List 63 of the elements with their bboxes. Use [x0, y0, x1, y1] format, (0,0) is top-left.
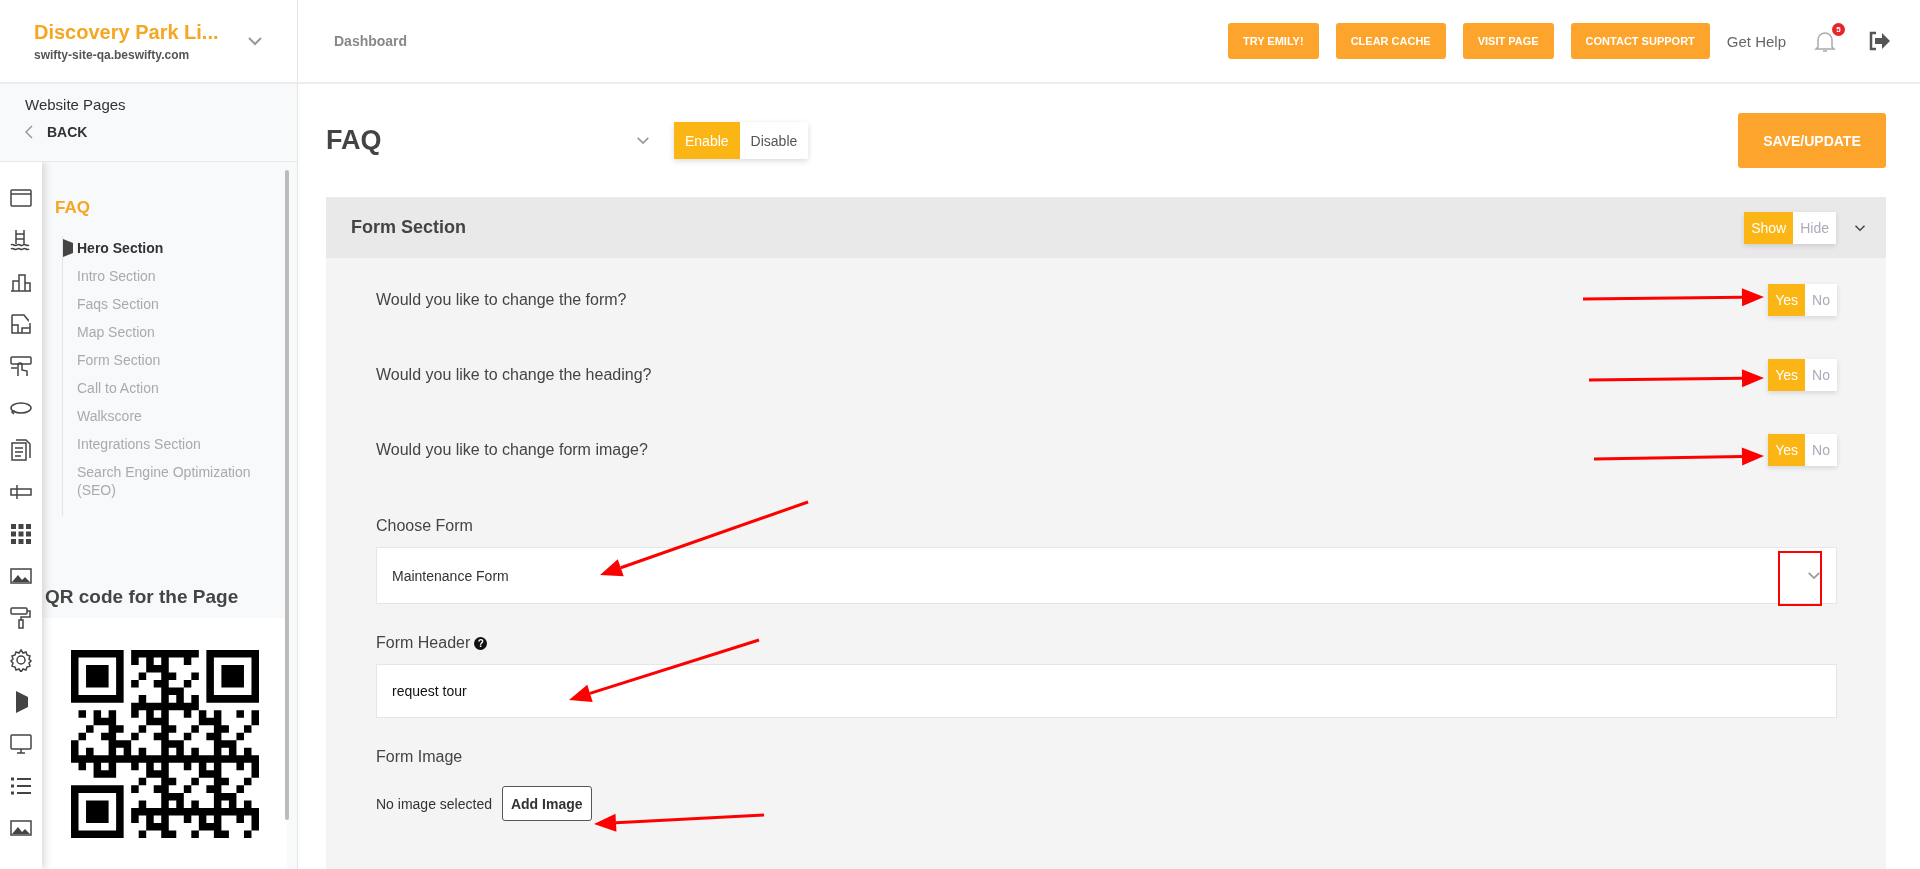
breadcrumb: Dashboard: [334, 33, 409, 49]
scrollbar[interactable]: [285, 170, 289, 820]
grid-icon[interactable]: [9, 522, 33, 546]
header-button[interactable]: CLEAR CACHE: [1335, 23, 1446, 59]
logout-icon[interactable]: [1868, 31, 1890, 51]
visibility-toggle-option[interactable]: Show: [1744, 211, 1794, 244]
yes-no-option[interactable]: Yes: [1768, 283, 1806, 316]
yes-no-option[interactable]: No: [1805, 433, 1837, 466]
add-image-button[interactable]: Add Image: [501, 786, 592, 821]
paint-roller-icon[interactable]: [9, 606, 33, 630]
section-nav-item[interactable]: Search Engine Optimization (SEO): [63, 460, 253, 502]
monitor-icon[interactable]: [9, 732, 33, 756]
notification-count: 5: [1832, 23, 1845, 36]
section-nav-item[interactable]: Form Section: [63, 348, 253, 372]
status-toggle-option[interactable]: Enable: [674, 122, 740, 159]
help-link[interactable]: Get Help: [1726, 32, 1786, 50]
sidebar-title: Website Pages: [25, 96, 126, 113]
help-icon[interactable]: ?: [474, 636, 488, 650]
chevron-left-icon[interactable]: [25, 125, 33, 139]
site-name: Discovery Park Li...: [34, 20, 220, 44]
form-select[interactable]: Maintenance Form: [376, 547, 1837, 604]
document-icon[interactable]: [9, 438, 33, 462]
floor-plan-icon[interactable]: [9, 312, 33, 336]
settings-icon[interactable]: [9, 648, 33, 672]
site-url: swifty-site-qa.beswifty.com: [34, 47, 191, 62]
yes-no-option[interactable]: No: [1805, 358, 1837, 391]
page-heading: FAQ: [55, 198, 90, 218]
field-label: Form Image: [376, 748, 463, 766]
section-nav-item[interactable]: Intro Section: [63, 264, 253, 288]
question-text: Would you like to change form image?: [376, 440, 648, 459]
back-link[interactable]: BACK: [47, 124, 88, 140]
field-label: Choose Form: [376, 517, 473, 535]
yes-no-option[interactable]: Yes: [1768, 433, 1806, 466]
question-text: Would you like to change the heading?: [376, 365, 652, 384]
section-nav-item[interactable]: Faqs Section: [63, 292, 253, 316]
header-button[interactable]: VISIT PAGE: [1462, 23, 1554, 59]
notification-bell-icon[interactable]: [1814, 29, 1836, 53]
page-title: FAQ: [326, 125, 383, 156]
yes-no-option[interactable]: Yes: [1768, 358, 1806, 391]
qr-heading: QR code for the Page: [45, 586, 240, 608]
form-header-input[interactable]: request tour: [376, 664, 1837, 718]
section-nav-item[interactable]: Walkscore: [63, 404, 253, 428]
image-status: No image selected: [376, 795, 492, 812]
header-button[interactable]: CONTACT SUPPORT: [1570, 23, 1710, 59]
field-label: Form Header: [376, 634, 471, 652]
browser-window-icon[interactable]: [9, 186, 33, 210]
yes-no-option[interactable]: No: [1805, 283, 1837, 316]
section-nav-item[interactable]: Hero Section: [63, 236, 253, 260]
section-nav-item[interactable]: Call to Action: [63, 376, 253, 400]
visibility-toggle-option[interactable]: Hide: [1793, 211, 1836, 244]
chevron-down-icon[interactable]: [1854, 223, 1866, 232]
selected-marker-icon: [63, 239, 73, 257]
save-button[interactable]: SAVE/UPDATE: [1738, 113, 1886, 168]
section-title: Form Section: [351, 217, 467, 238]
header-button[interactable]: TRY EMILY!: [1227, 23, 1319, 59]
chevron-down-icon[interactable]: [1807, 571, 1821, 580]
pointer-hand-icon[interactable]: [9, 354, 33, 378]
question-text: Would you like to change the form?: [376, 290, 627, 309]
status-toggle-option[interactable]: Disable: [739, 122, 809, 159]
section-nav-item[interactable]: Map Section: [63, 320, 253, 344]
section-nav-item[interactable]: Integrations Section: [63, 432, 253, 456]
highlight-box: [1778, 551, 1822, 606]
pool-ladder-icon[interactable]: [9, 228, 33, 252]
